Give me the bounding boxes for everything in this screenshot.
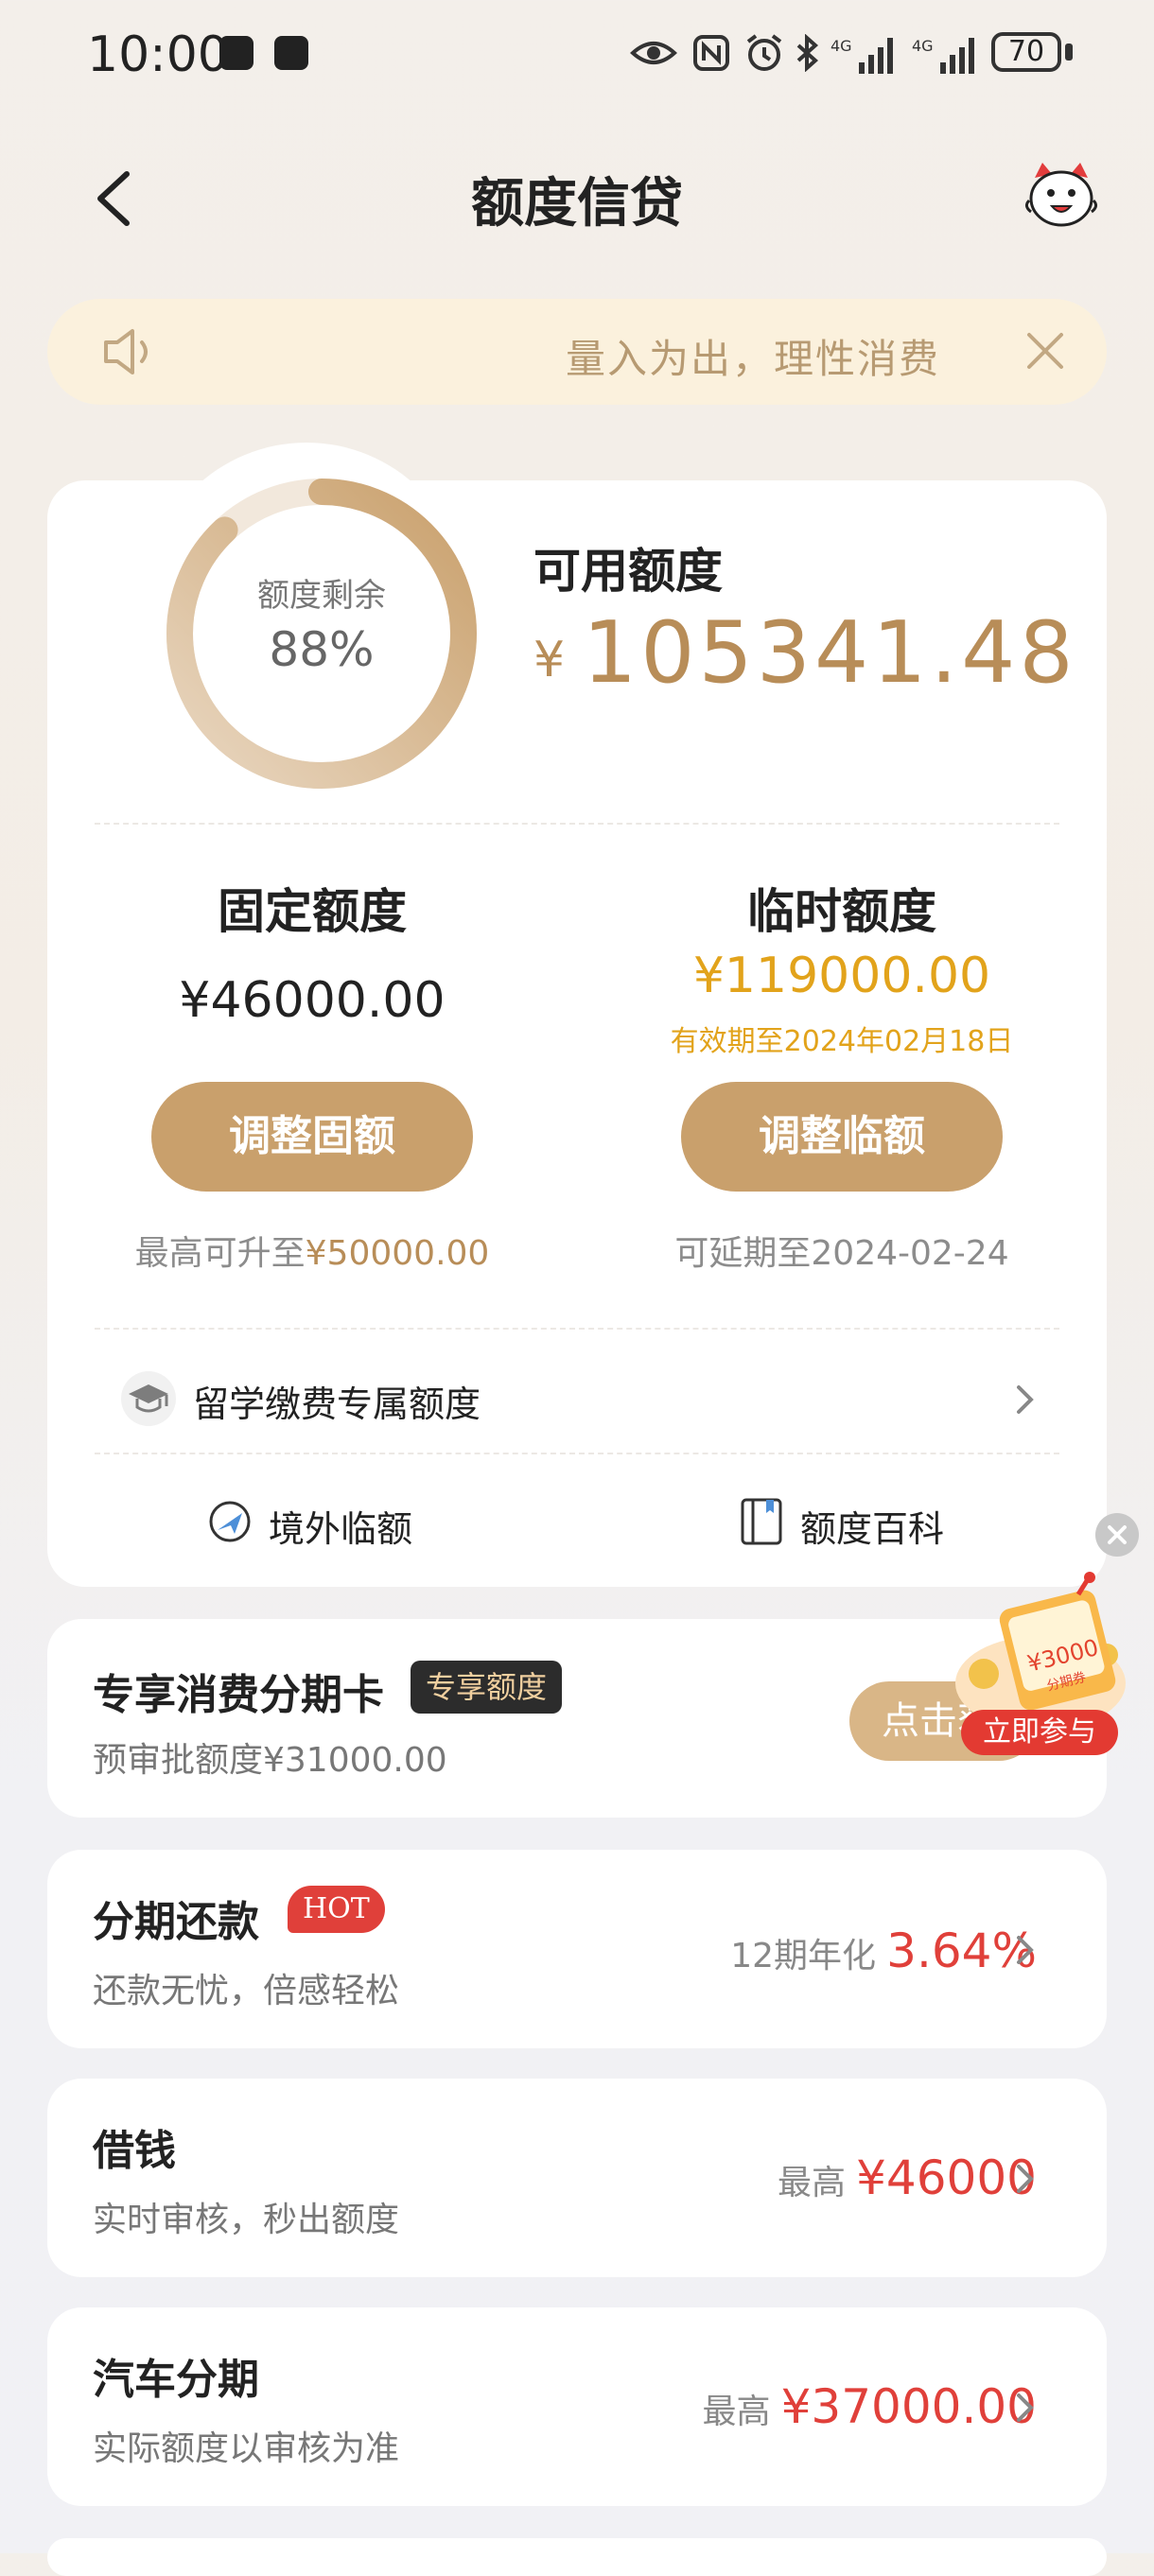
car-max: 最高 ¥37000.00 bbox=[703, 2379, 1038, 2434]
plane-globe-icon bbox=[204, 1496, 255, 1551]
svg-text:4G: 4G bbox=[831, 37, 852, 55]
fixed-note-value: ¥50000.00 bbox=[305, 1234, 490, 1273]
chevron-right-icon bbox=[1014, 1933, 1037, 1967]
installment-sub: 预审批额度¥31000.00 bbox=[93, 1741, 447, 1780]
chevron-right-icon bbox=[1014, 1383, 1037, 1417]
close-icon bbox=[1108, 1525, 1127, 1544]
chevron-right-icon bbox=[1014, 2391, 1037, 2425]
adjust-fixed-button[interactable]: 调整固额 bbox=[151, 1082, 473, 1192]
temp-valid: 有效期至2024年02月18日 bbox=[670, 1025, 1014, 1058]
close-icon[interactable] bbox=[1023, 329, 1067, 373]
available-value: 105341.48 bbox=[583, 603, 1077, 703]
divider bbox=[95, 1453, 1059, 1454]
fixed-note-prefix: 最高可升至 bbox=[134, 1234, 306, 1273]
installment-repay-card[interactable]: 分期还款 HOT 还款无忧，倍感轻松 12期年化 3.64% bbox=[47, 1850, 1107, 2048]
svg-text:4G: 4G bbox=[912, 37, 934, 55]
promo-close-button[interactable] bbox=[1095, 1513, 1139, 1557]
available-currency: ¥ bbox=[533, 632, 566, 688]
status-time: 10:00 bbox=[87, 26, 229, 83]
fixed-column: 固定额度 bbox=[47, 874, 577, 942]
repay-sub: 还款无忧，倍感轻松 bbox=[93, 1972, 400, 2010]
borrow-title: 借钱 bbox=[93, 2127, 176, 2175]
temp-column: 临时额度 bbox=[577, 874, 1107, 942]
battery-icon: 70 bbox=[991, 32, 1061, 72]
notice-text: 量入为出，理性消费 bbox=[565, 336, 940, 382]
mascot-icon bbox=[1024, 163, 1098, 227]
hot-badge: HOT bbox=[288, 1886, 385, 1933]
bluetooth-icon bbox=[793, 33, 821, 76]
join-now-button[interactable]: 立即参与 bbox=[961, 1710, 1118, 1755]
study-abroad-label: 留学缴费专属额度 bbox=[193, 1384, 481, 1425]
next-card bbox=[47, 2538, 1107, 2576]
notice-bar: 量入为出，理性消费 bbox=[47, 299, 1107, 405]
borrow-max-label: 最高 bbox=[778, 2164, 847, 2202]
ring-label: 额度剩余 bbox=[257, 577, 386, 615]
book-icon bbox=[738, 1496, 785, 1551]
signal-icon: 4G bbox=[831, 34, 899, 79]
eye-icon bbox=[630, 34, 677, 76]
divider bbox=[95, 1328, 1059, 1330]
car-sub: 实际额度以审核为准 bbox=[93, 2429, 400, 2468]
available-label: 可用额度 bbox=[533, 544, 723, 599]
temp-note: 可延期至2024-02-24 bbox=[674, 1234, 1009, 1273]
repay-title: 分期还款 bbox=[93, 1898, 259, 1946]
battery-tip bbox=[1065, 44, 1073, 61]
car-title: 汽车分期 bbox=[93, 2356, 259, 2404]
installment-title: 专享消费分期卡 bbox=[93, 1671, 384, 1719]
ring-percent: 88% bbox=[269, 622, 375, 677]
credit-wiki-label: 额度百科 bbox=[800, 1508, 945, 1550]
alarm-icon bbox=[743, 32, 785, 78]
fixed-note: 最高可升至¥50000.00 bbox=[47, 1226, 577, 1275]
notification-app-icon bbox=[219, 36, 254, 70]
divider bbox=[95, 823, 1059, 825]
borrow-sub: 实时审核，秒出额度 bbox=[93, 2201, 400, 2239]
signal-icon: 4G bbox=[912, 34, 980, 79]
repay-rate-label: 12期年化 bbox=[730, 1937, 877, 1976]
credit-card: 额度剩余 88% 可用额度 ¥ 105341.48 固定额度 ¥46000.00… bbox=[47, 443, 1107, 1587]
borrow-max-value: ¥46000 bbox=[856, 2150, 1037, 2205]
chevron-right-icon bbox=[1014, 2162, 1037, 2196]
graduation-cap-icon bbox=[121, 1371, 176, 1426]
car-installment-card[interactable]: 汽车分期 实际额度以审核为准 最高 ¥37000.00 bbox=[47, 2307, 1107, 2506]
temp-title: 临时额度 bbox=[747, 884, 936, 939]
adjust-temp-button[interactable]: 调整临额 bbox=[681, 1082, 1003, 1192]
car-max-value: ¥37000.00 bbox=[780, 2379, 1037, 2434]
overseas-temp-label: 境外临额 bbox=[269, 1508, 413, 1550]
exclusive-badge: 专享额度 bbox=[411, 1661, 563, 1714]
temp-amount: ¥119000.00 bbox=[692, 948, 991, 1004]
nfc-icon bbox=[692, 34, 730, 76]
repay-rate: 12期年化 3.64% bbox=[730, 1923, 1037, 1978]
quick-links: 境外临额 额度百科 bbox=[47, 1483, 1107, 1558]
fixed-amount: ¥46000.00 bbox=[179, 972, 446, 1029]
speaker-icon bbox=[100, 327, 157, 376]
mascot-button[interactable] bbox=[1023, 159, 1099, 235]
borrow-max: 最高 ¥46000 bbox=[778, 2150, 1037, 2205]
borrow-card[interactable]: 借钱 实时审核，秒出额度 最高 ¥46000 bbox=[47, 2079, 1107, 2277]
fixed-title: 固定额度 bbox=[218, 884, 407, 939]
status-bar: 10:00 4G 4G 70 bbox=[0, 0, 1154, 113]
car-max-label: 最高 bbox=[702, 2393, 771, 2431]
study-abroad-row[interactable]: 留学缴费专属额度 bbox=[47, 1350, 1107, 1449]
notification-app-icon bbox=[274, 36, 308, 70]
page-title: 额度信贷 bbox=[471, 173, 683, 235]
